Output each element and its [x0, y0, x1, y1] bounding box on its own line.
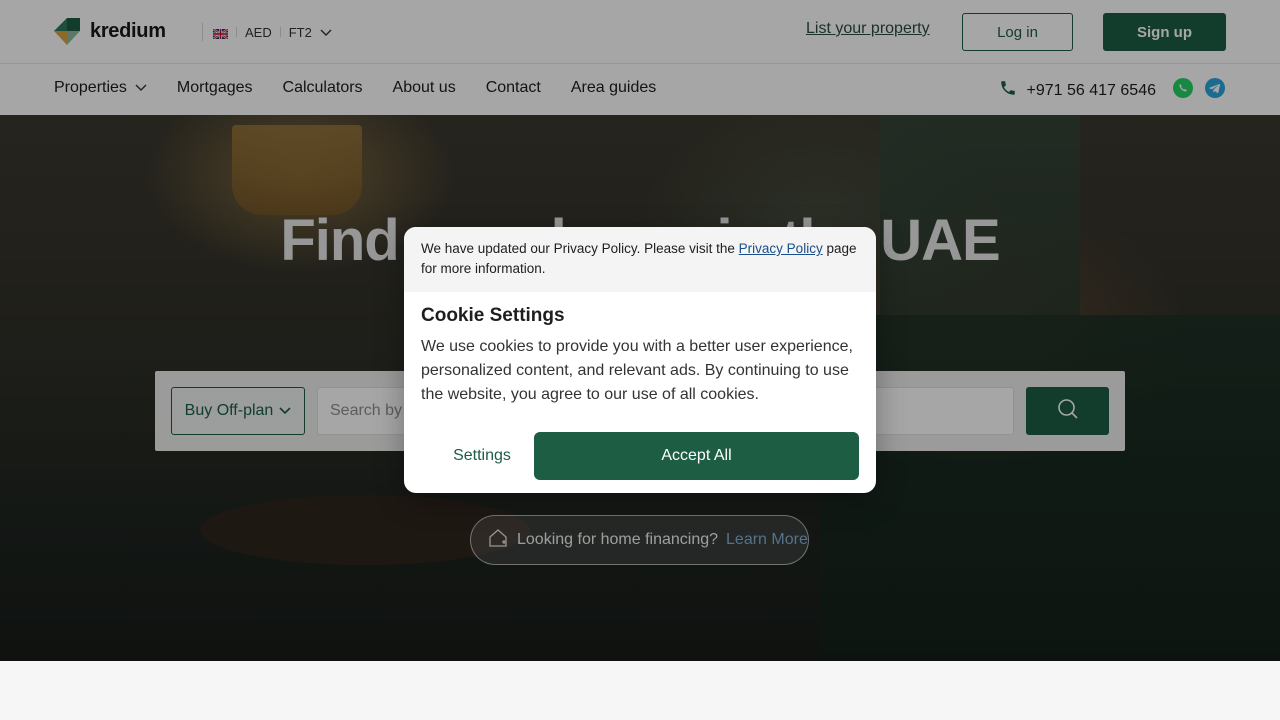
modal-body-text: We use cookies to provide you with a bet… [421, 338, 853, 403]
privacy-notice-text: We have updated our Privacy Policy. Plea… [421, 241, 739, 256]
privacy-policy-link[interactable]: Privacy Policy [739, 241, 823, 256]
privacy-notice: We have updated our Privacy Policy. Plea… [404, 227, 876, 292]
cookie-settings-modal: We have updated our Privacy Policy. Plea… [404, 227, 876, 493]
cookie-settings-button[interactable]: Settings [421, 432, 543, 480]
page-content-strip [0, 661, 1280, 720]
accept-all-button[interactable]: Accept All [534, 432, 859, 480]
modal-title: Cookie Settings [421, 305, 565, 326]
